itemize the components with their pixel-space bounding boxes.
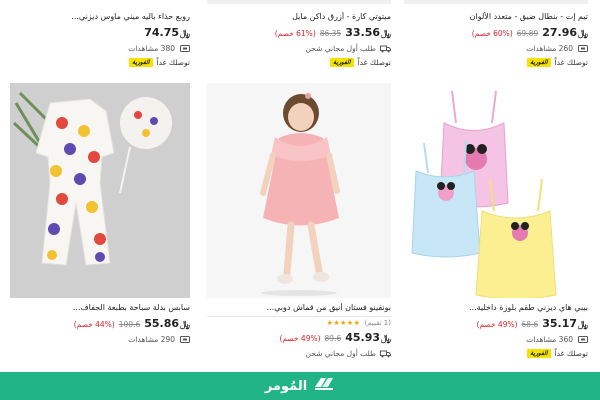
product-image[interactable]: [207, 83, 391, 298]
rating-count: (1 تقييم): [364, 319, 391, 327]
discount-label: (49% خصم): [476, 320, 518, 329]
eye-icon: [179, 44, 190, 53]
product-card[interactable]: ميتوتي كارة - أزرق داكن مايل ﷼33.56 86.3…: [207, 0, 391, 67]
footer-brand-bar: المُومر: [0, 372, 600, 400]
price: ﷼33.56: [345, 26, 391, 39]
riyal-icon: ﷼: [180, 29, 190, 39]
product-title[interactable]: تيم إت - بنطال ضيق - متعدد الألوان: [404, 12, 588, 22]
product-title[interactable]: ميتوتي كارة - أزرق داكن مايل: [207, 12, 391, 22]
truck-icon: [380, 349, 391, 358]
product-image[interactable]: [404, 0, 588, 4]
discount-label: (49% خصم): [279, 334, 321, 343]
price: ﷼27.96: [542, 26, 588, 39]
price: ﷼35.17: [542, 317, 588, 330]
product-card[interactable]: روبع حذاء باليه ميني ماوس ديزني... ﷼74.7…: [10, 0, 190, 67]
riyal-icon: ﷼: [578, 320, 588, 330]
delivery-row: توصلك غداً الفورية: [207, 58, 391, 67]
express-badge-icon: الفورية: [527, 58, 551, 67]
product-title[interactable]: روبع حذاء باليه ميني ماوس ديزني...: [10, 12, 190, 22]
product-image[interactable]: [404, 83, 588, 300]
product-card[interactable]: تيم إت - بنطال ضيق - متعدد الألوان ﷼27.9…: [404, 0, 588, 67]
price-line: ﷼33.56 86.35 (61% خصم): [207, 26, 391, 39]
eye-icon: [577, 335, 588, 344]
brand-logo-icon: [313, 375, 335, 397]
price-line: ﷼45.93 89.6 (49% خصم): [207, 331, 391, 344]
product-title[interactable]: بيبي هاي ديزني طقم بلوزة داخلية...: [404, 303, 588, 313]
shipping-row: طلب أول مجاني شحن: [207, 349, 391, 358]
express-badge-icon: الفورية: [129, 58, 153, 67]
delivery-row: توصلك غداً الفورية: [404, 58, 588, 67]
product-card[interactable]: بونفينو فستان أنيق من قماش دوبي... (1 تق…: [207, 303, 391, 358]
old-price: 86.35: [319, 29, 342, 38]
old-price: 68.6: [521, 320, 539, 329]
eye-icon: [179, 335, 190, 344]
product-title[interactable]: بونفينو فستان أنيق من قماش دوبي...: [207, 303, 391, 313]
riyal-icon: ﷼: [180, 320, 190, 330]
product-title[interactable]: سابس بدلة سباحة بطبعة الجفاف...: [10, 303, 190, 313]
views-row: 380 مشاهدات: [10, 44, 190, 53]
views-row: 290 مشاهدات: [10, 335, 190, 344]
old-price: 89.6: [324, 334, 342, 343]
divider: [207, 316, 391, 317]
price-line: ﷼27.96 69.89 (60% خصم): [404, 26, 588, 39]
views-row: 260 مشاهدات: [404, 44, 588, 53]
price: ﷼74.75: [144, 26, 190, 39]
eye-icon: [577, 44, 588, 53]
express-badge-icon: الفورية: [330, 58, 354, 67]
old-price: 69.89: [516, 29, 539, 38]
product-grid: تيم إت - بنطال ضيق - متعدد الألوان ﷼27.9…: [0, 0, 600, 372]
product-image[interactable]: [10, 83, 190, 298]
discount-label: (60% خصم): [471, 29, 513, 38]
discount-label: (44% خصم): [73, 320, 115, 329]
riyal-icon: ﷼: [381, 334, 391, 344]
delivery-row: توصلك غداً الفورية: [10, 58, 190, 67]
price-line: ﷼35.17 68.6 (49% خصم): [404, 317, 588, 330]
rating-row: (1 تقييم) ★★★★★: [207, 319, 391, 327]
riyal-icon: ﷼: [381, 29, 391, 39]
riyal-icon: ﷼: [578, 29, 588, 39]
express-badge-icon: الفورية: [527, 349, 551, 358]
views-row: 360 مشاهدات: [404, 335, 588, 344]
price: ﷼55.86: [144, 317, 190, 330]
discount-label: (61% خصم): [274, 29, 316, 38]
star-rating-icon: ★★★★★: [326, 319, 361, 327]
product-image[interactable]: [207, 0, 391, 4]
shipping-row: طلب أول مجاني شحن: [207, 44, 391, 53]
truck-icon: [380, 44, 391, 53]
price-line: ﷼74.75: [10, 26, 190, 39]
delivery-row: توصلك غداً الفورية: [404, 349, 588, 358]
old-price: 100.6: [118, 320, 141, 329]
price-line: ﷼55.86 100.6 (44% خصم): [10, 317, 190, 330]
brand-name: المُومر: [264, 378, 308, 394]
product-card[interactable]: بيبي هاي ديزني طقم بلوزة داخلية... ﷼35.1…: [404, 303, 588, 358]
price: ﷼45.93: [345, 331, 391, 344]
product-card[interactable]: سابس بدلة سباحة بطبعة الجفاف... ﷼55.86 1…: [10, 303, 190, 344]
